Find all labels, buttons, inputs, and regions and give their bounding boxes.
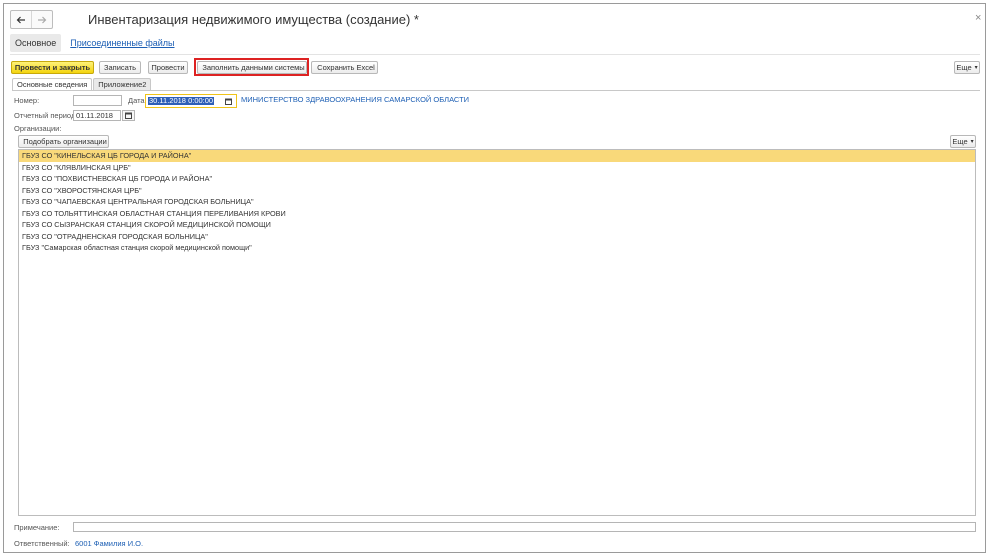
calendar-icon (125, 112, 132, 119)
period-calendar-button[interactable] (122, 110, 135, 121)
post-and-close-label: Провести и закрыть (14, 63, 91, 72)
date-value: 30.11.2018 0:00:00 (148, 96, 215, 105)
list-item[interactable]: ГБУЗ "Самарская областная станция скорой… (19, 242, 975, 254)
pick-organizations-button[interactable]: Подобрать организации (18, 135, 109, 148)
document-window: Инвентаризация недвижимого имущества (со… (3, 3, 986, 553)
number-input[interactable] (73, 95, 122, 106)
window-title: Инвентаризация недвижимого имущества (со… (88, 12, 419, 27)
back-button[interactable] (11, 11, 31, 28)
organization-link[interactable]: МИНИСТЕРСТВО ЗДРАВООХРАНЕНИЯ САМАРСКОЙ О… (241, 95, 469, 104)
list-item[interactable]: ГБУЗ СО "ХВОРОСТЯНСКАЯ ЦРБ" (19, 185, 975, 197)
highlight-frame (194, 58, 309, 76)
forward-button[interactable] (31, 11, 52, 28)
calendar-icon (225, 98, 232, 105)
note-input[interactable] (73, 522, 976, 532)
tab-attached-files[interactable]: Присоединенные файлы (65, 34, 179, 52)
save-label: Записать (103, 63, 137, 72)
list-item[interactable]: ГБУЗ СО "ОТРАДНЕНСКАЯ ГОРОДСКАЯ БОЛЬНИЦА… (19, 231, 975, 243)
organizations-label: Организации: (14, 124, 62, 133)
more-menu-button[interactable]: Еще ▾ (954, 61, 980, 74)
responsible-link[interactable]: 6001 Фамилия И.О. (75, 539, 143, 548)
list-item[interactable]: ГБУЗ СО "КИНЕЛЬСКАЯ ЦБ ГОРОДА И РАЙОНА" (19, 150, 975, 162)
list-item[interactable]: ГБУЗ СО "ПОХВИСТНЕВСКАЯ ЦБ ГОРОДА И РАЙО… (19, 173, 975, 185)
list-item[interactable]: ГБУЗ СО "ЧАПАЕВСКАЯ ЦЕНТРАЛЬНАЯ ГОРОДСКА… (19, 196, 975, 208)
date-input[interactable]: 30.11.2018 0:00:00 (145, 94, 237, 108)
period-input[interactable]: 01.11.2018 (73, 110, 121, 121)
post-label: Провести (151, 63, 185, 72)
section-tabs: Основное Присоединенные файлы (10, 34, 180, 52)
period-label: Отчетный период: (14, 111, 78, 120)
tab-main[interactable]: Основное (10, 34, 62, 52)
list-item[interactable]: ГБУЗ СО "КЛЯВЛИНСКАЯ ЦРБ" (19, 162, 975, 174)
chevron-down-icon: ▾ (970, 139, 974, 145)
close-icon[interactable]: × (975, 12, 981, 24)
date-label: Дата: (128, 96, 147, 105)
divider (10, 54, 980, 55)
history-nav (10, 10, 53, 29)
list-more-label: Еще (952, 137, 968, 146)
list-more-button[interactable]: Еще ▾ (950, 135, 976, 148)
pick-organizations-label: Подобрать организации (23, 137, 107, 146)
post-button[interactable]: Провести (148, 61, 188, 74)
post-and-close-button[interactable]: Провести и закрыть (11, 61, 94, 74)
tab-underline (12, 90, 980, 91)
save-excel-label: Сохранить Excel (317, 63, 375, 72)
note-label: Примечание: (14, 523, 60, 532)
chevron-down-icon: ▾ (974, 65, 978, 71)
save-button[interactable]: Записать (99, 61, 141, 74)
responsible-label: Ответственный: (14, 539, 70, 548)
save-excel-button[interactable]: Сохранить Excel (311, 61, 378, 74)
more-label: Еще (956, 63, 972, 72)
arrow-right-icon (38, 16, 47, 23)
list-item[interactable]: ГБУЗ СО СЫЗРАНСКАЯ СТАНЦИЯ СКОРОЙ МЕДИЦИ… (19, 219, 975, 231)
organizations-list[interactable]: ГБУЗ СО "КИНЕЛЬСКАЯ ЦБ ГОРОДА И РАЙОНА" … (18, 149, 976, 516)
number-label: Номер: (14, 96, 40, 105)
list-item[interactable]: ГБУЗ СО ТОЛЬЯТТИНСКАЯ ОБЛАСТНАЯ СТАНЦИЯ … (19, 208, 975, 220)
date-calendar-button[interactable] (223, 96, 234, 106)
arrow-left-icon (16, 16, 25, 23)
